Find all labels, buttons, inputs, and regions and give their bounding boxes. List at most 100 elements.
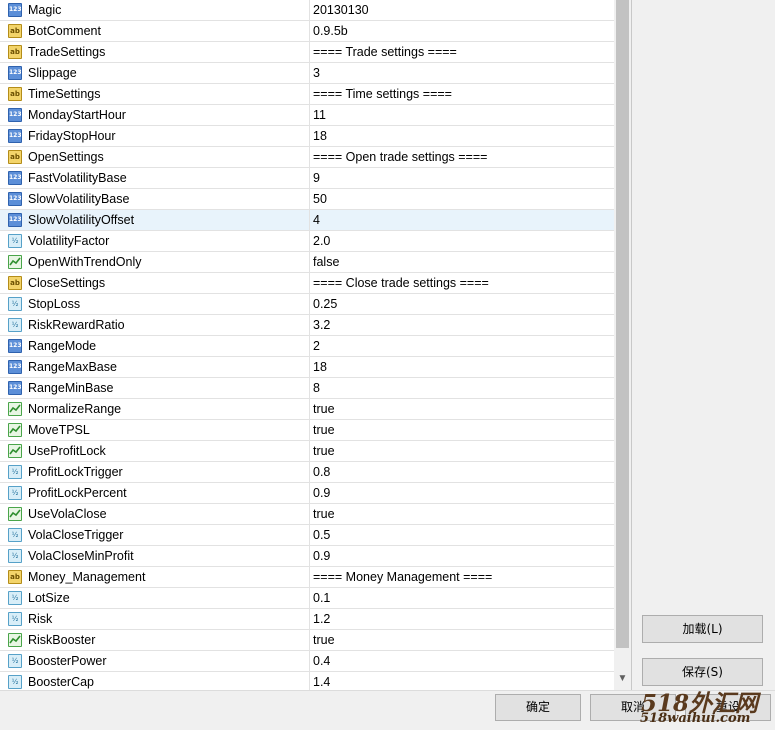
param-row[interactable]: ab TimeSettings ==== Time settings ====: [0, 84, 614, 105]
param-value[interactable]: true: [313, 444, 335, 458]
param-value[interactable]: 4: [313, 213, 320, 227]
param-value[interactable]: 0.25: [313, 297, 337, 311]
param-row[interactable]: UseProfitLock true: [0, 441, 614, 462]
load-button[interactable]: 加载(L): [642, 615, 763, 643]
param-name-cell[interactable]: 123 Magic: [0, 0, 310, 20]
param-name-cell[interactable]: 123 FastVolatilityBase: [0, 168, 310, 188]
param-value[interactable]: false: [313, 255, 339, 269]
param-name-cell[interactable]: OpenWithTrendOnly: [0, 252, 310, 272]
param-value[interactable]: ==== Money Management ====: [313, 570, 492, 584]
param-row[interactable]: ½ StopLoss 0.25: [0, 294, 614, 315]
param-name-cell[interactable]: ½ BoosterPower: [0, 651, 310, 671]
param-value[interactable]: 2: [313, 339, 320, 353]
param-row[interactable]: ½ RiskRewardRatio 3.2: [0, 315, 614, 336]
param-name-cell[interactable]: ½ LotSize: [0, 588, 310, 608]
param-value[interactable]: 0.5: [313, 528, 330, 542]
param-value[interactable]: 3: [313, 66, 320, 80]
scrollbar-thumb[interactable]: [616, 0, 629, 648]
param-name-cell[interactable]: ab TimeSettings: [0, 84, 310, 104]
param-name-cell[interactable]: MoveTPSL: [0, 420, 310, 440]
param-value[interactable]: 0.1: [313, 591, 330, 605]
param-name-cell[interactable]: UseVolaClose: [0, 504, 310, 524]
param-row[interactable]: 123 Slippage 3: [0, 63, 614, 84]
param-name-cell[interactable]: ½ VolaCloseTrigger: [0, 525, 310, 545]
param-row[interactable]: UseVolaClose true: [0, 504, 614, 525]
param-row[interactable]: 123 MondayStartHour 11: [0, 105, 614, 126]
param-value[interactable]: true: [313, 402, 335, 416]
param-value[interactable]: 1.2: [313, 612, 330, 626]
param-name-cell[interactable]: 123 RangeMode: [0, 336, 310, 356]
param-value[interactable]: 2.0: [313, 234, 330, 248]
param-row[interactable]: NormalizeRange true: [0, 399, 614, 420]
param-name-cell[interactable]: ab OpenSettings: [0, 147, 310, 167]
param-row[interactable]: ½ ProfitLockTrigger 0.8: [0, 462, 614, 483]
param-name-cell[interactable]: ½ BoosterCap: [0, 672, 310, 690]
param-name-cell[interactable]: ½ VolatilityFactor: [0, 231, 310, 251]
param-row[interactable]: ½ ProfitLockPercent 0.9: [0, 483, 614, 504]
param-name-cell[interactable]: 123 SlowVolatilityBase: [0, 189, 310, 209]
param-row[interactable]: MoveTPSL true: [0, 420, 614, 441]
param-value[interactable]: 20130130: [313, 3, 369, 17]
param-row[interactable]: 123 FridayStopHour 18: [0, 126, 614, 147]
param-name-cell[interactable]: 123 RangeMinBase: [0, 378, 310, 398]
param-row[interactable]: ab Money_Management ==== Money Management …: [0, 567, 614, 588]
param-name-cell[interactable]: NormalizeRange: [0, 399, 310, 419]
param-value[interactable]: ==== Close trade settings ====: [313, 276, 489, 290]
param-name-cell[interactable]: 123 MondayStartHour: [0, 105, 310, 125]
param-row[interactable]: ab OpenSettings ==== Open trade settings =…: [0, 147, 614, 168]
param-value[interactable]: 50: [313, 192, 327, 206]
param-row[interactable]: 123 FastVolatilityBase 9: [0, 168, 614, 189]
param-row[interactable]: ab TradeSettings ==== Trade settings ====: [0, 42, 614, 63]
param-name-cell[interactable]: ½ StopLoss: [0, 294, 310, 314]
param-row[interactable]: ab CloseSettings ==== Close trade settings…: [0, 273, 614, 294]
param-name-cell[interactable]: ½ RiskRewardRatio: [0, 315, 310, 335]
param-name-cell[interactable]: UseProfitLock: [0, 441, 310, 461]
param-row[interactable]: ½ BoosterPower 0.4: [0, 651, 614, 672]
param-value[interactable]: 8: [313, 381, 320, 395]
param-value[interactable]: 18: [313, 360, 327, 374]
param-name-cell[interactable]: 123 Slippage: [0, 63, 310, 83]
param-name-cell[interactable]: RiskBooster: [0, 630, 310, 650]
param-value[interactable]: true: [313, 507, 335, 521]
param-row[interactable]: ½ Risk 1.2: [0, 609, 614, 630]
param-value[interactable]: ==== Time settings ====: [313, 87, 452, 101]
param-name-cell[interactable]: ab BotComment: [0, 21, 310, 41]
param-value[interactable]: 18: [313, 129, 327, 143]
param-name-cell[interactable]: ab Money_Management: [0, 567, 310, 587]
ok-button[interactable]: 确定: [495, 694, 581, 721]
save-button[interactable]: 保存(S): [642, 658, 763, 686]
param-value[interactable]: 1.4: [313, 675, 330, 689]
param-row[interactable]: ½ BoosterCap 1.4: [0, 672, 614, 690]
param-row[interactable]: 123 RangeMinBase 8: [0, 378, 614, 399]
param-name-cell[interactable]: 123 SlowVolatilityOffset: [0, 210, 310, 230]
param-name-cell[interactable]: 123 FridayStopHour: [0, 126, 310, 146]
param-value[interactable]: 11: [313, 108, 326, 122]
param-row[interactable]: 123 SlowVolatilityBase 50: [0, 189, 614, 210]
param-row[interactable]: ½ VolaCloseTrigger 0.5: [0, 525, 614, 546]
param-name-cell[interactable]: ½ ProfitLockPercent: [0, 483, 310, 503]
param-value[interactable]: 0.9: [313, 549, 330, 563]
param-name-cell[interactable]: ½ VolaCloseMinProfit: [0, 546, 310, 566]
param-value[interactable]: 9: [313, 171, 320, 185]
param-row[interactable]: 123 RangeMode 2: [0, 336, 614, 357]
param-value[interactable]: true: [313, 423, 335, 437]
param-value[interactable]: true: [313, 633, 335, 647]
param-row[interactable]: ½ VolatilityFactor 2.0: [0, 231, 614, 252]
vertical-scrollbar[interactable]: ▼: [614, 0, 631, 690]
param-value[interactable]: 0.8: [313, 465, 330, 479]
param-value[interactable]: 3.2: [313, 318, 330, 332]
param-value[interactable]: 0.9: [313, 486, 330, 500]
param-row[interactable]: ½ VolaCloseMinProfit 0.9: [0, 546, 614, 567]
param-row[interactable]: ½ LotSize 0.1: [0, 588, 614, 609]
param-row[interactable]: ab BotComment 0.9.5b: [0, 21, 614, 42]
param-name-cell[interactable]: ab CloseSettings: [0, 273, 310, 293]
param-row[interactable]: 123 RangeMaxBase 18: [0, 357, 614, 378]
param-name-cell[interactable]: ½ Risk: [0, 609, 310, 629]
param-name-cell[interactable]: ½ ProfitLockTrigger: [0, 462, 310, 482]
param-row[interactable]: RiskBooster true: [0, 630, 614, 651]
param-name-cell[interactable]: 123 RangeMaxBase: [0, 357, 310, 377]
param-value[interactable]: 0.4: [313, 654, 330, 668]
param-value[interactable]: ==== Trade settings ====: [313, 45, 457, 59]
param-value[interactable]: 0.9.5b: [313, 24, 348, 38]
scroll-down-arrow-icon[interactable]: ▼: [614, 670, 631, 687]
